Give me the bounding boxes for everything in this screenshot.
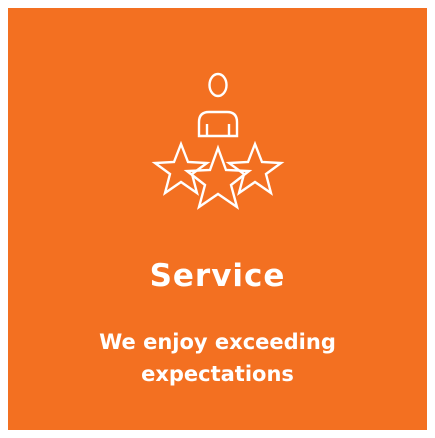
card-title: Service xyxy=(149,258,286,294)
card-tagline: We enjoy exceeding expectations xyxy=(8,326,427,390)
service-card: Service We enjoy exceeding expectations xyxy=(8,8,427,430)
tagline-line-1: We enjoy exceeding xyxy=(99,330,336,354)
tagline-line-2: expectations xyxy=(141,362,294,386)
person-with-stars-icon xyxy=(8,66,427,226)
